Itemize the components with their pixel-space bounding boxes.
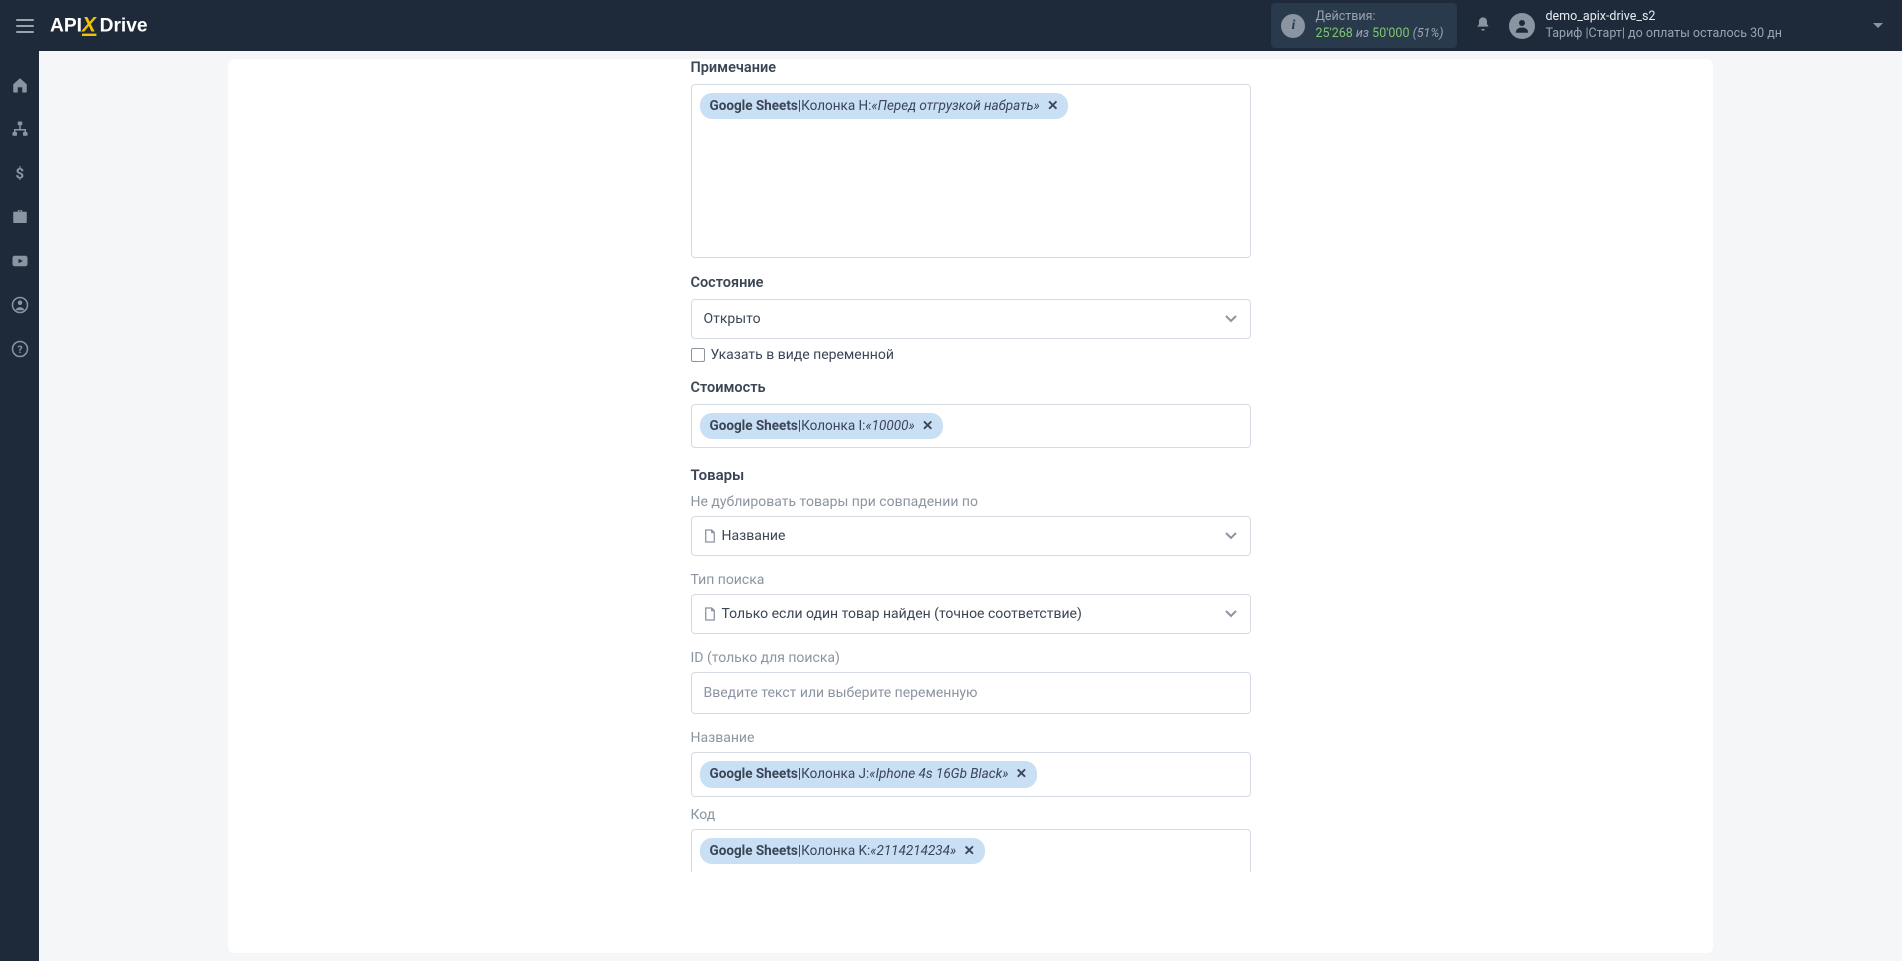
user-icon — [11, 296, 29, 314]
code-input[interactable]: Google Sheets | Колонка K: «2114214234» … — [691, 829, 1251, 872]
svg-text:Drive: Drive — [100, 15, 148, 36]
dedup-label: Не дублировать товары при совпадении по — [691, 494, 1251, 510]
notifications-button[interactable] — [1475, 16, 1491, 36]
state-value: Открыто — [704, 311, 761, 327]
sitemap-icon — [11, 120, 29, 138]
code-label: Код — [691, 807, 1251, 823]
chevron-down-icon — [1224, 528, 1238, 544]
app-header: API X Drive i Действия: 25'268 из 50'000… — [0, 0, 1902, 51]
state-label: Состояние — [691, 274, 1251, 291]
user-menu[interactable]: demo_apix-drive_s2 Тариф |Старт| до опла… — [1509, 9, 1890, 42]
token-remove-icon[interactable]: ✕ — [960, 841, 975, 861]
search-type-value: Только если один товар найден (точное со… — [704, 606, 1082, 622]
chevron-down-icon — [1872, 18, 1884, 34]
field-name: Название Google Sheets | Колонка J: «Iph… — [691, 730, 1251, 796]
info-icon: i — [1281, 14, 1305, 38]
state-variable-checkbox[interactable]: Указать в виде переменной — [691, 347, 1251, 363]
checkbox-label: Указать в виде переменной — [711, 347, 894, 363]
search-type-label: Тип поиска — [691, 572, 1251, 588]
sidebar: $ ? — [0, 51, 39, 961]
sidebar-help[interactable]: ? — [10, 339, 30, 359]
main-area: Примечание Google Sheets | Колонка H: «П… — [39, 51, 1902, 961]
field-dedup: Не дублировать товары при совпадении по … — [691, 494, 1251, 556]
document-icon — [704, 607, 716, 621]
cost-input[interactable]: Google Sheets | Колонка I: «10000» ✕ — [691, 404, 1251, 448]
form-card: Примечание Google Sheets | Колонка H: «П… — [228, 59, 1713, 953]
user-name: demo_apix-drive_s2 — [1545, 9, 1782, 25]
field-search-type: Тип поиска Только если один товар найден… — [691, 572, 1251, 634]
id-label: ID (только для поиска) — [691, 650, 1251, 666]
search-type-select[interactable]: Только если один товар найден (точное со… — [691, 594, 1251, 634]
svg-text:API: API — [50, 15, 82, 36]
sidebar-connections[interactable] — [10, 119, 30, 139]
code-token: Google Sheets | Колонка K: «2114214234» … — [700, 838, 985, 864]
note-label: Примечание — [691, 59, 1251, 76]
token-remove-icon[interactable]: ✕ — [1012, 764, 1027, 784]
note-input[interactable]: Google Sheets | Колонка H: «Перед отгруз… — [691, 84, 1251, 258]
note-token: Google Sheets | Колонка H: «Перед отгруз… — [700, 93, 1069, 119]
help-icon: ? — [11, 340, 29, 358]
checkbox-icon — [691, 348, 705, 362]
actions-counter[interactable]: i Действия: 25'268 из 50'000 (51%) — [1271, 3, 1457, 48]
field-code: Код Google Sheets | Колонка K: «21142142… — [691, 807, 1251, 872]
id-input[interactable]: Введите текст или выберите переменную — [691, 672, 1251, 714]
bell-icon — [1475, 16, 1491, 32]
token-remove-icon[interactable]: ✕ — [919, 416, 934, 436]
token-remove-icon[interactable]: ✕ — [1044, 96, 1059, 116]
chevron-down-icon — [1224, 311, 1238, 327]
cost-token: Google Sheets | Колонка I: «10000» ✕ — [700, 413, 944, 439]
field-id: ID (только для поиска) Введите текст или… — [691, 650, 1251, 714]
cost-label: Стоимость — [691, 379, 1251, 396]
actions-label: Действия: — [1315, 9, 1443, 25]
sidebar-video[interactable] — [10, 251, 30, 271]
name-input[interactable]: Google Sheets | Колонка J: «Iphone 4s 16… — [691, 752, 1251, 796]
youtube-icon — [11, 252, 29, 270]
user-text: demo_apix-drive_s2 Тариф |Старт| до опла… — [1545, 9, 1782, 42]
user-tariff: Тариф |Старт| до оплаты осталось 30 дн — [1545, 26, 1782, 42]
avatar-icon — [1509, 13, 1535, 39]
actions-text: Действия: 25'268 из 50'000 (51%) — [1315, 9, 1443, 42]
field-note: Примечание Google Sheets | Колонка H: «П… — [691, 59, 1251, 258]
header-left: API X Drive — [12, 13, 182, 39]
home-icon — [11, 76, 29, 94]
actions-value: 25'268 из 50'000 (51%) — [1315, 26, 1443, 42]
logo[interactable]: API X Drive — [50, 13, 182, 39]
sidebar-billing[interactable]: $ — [10, 163, 30, 183]
chevron-down-icon — [1224, 606, 1238, 622]
field-cost: Стоимость Google Sheets | Колонка I: «10… — [691, 379, 1251, 448]
products-section-title: Товары — [691, 466, 1251, 484]
dedup-select[interactable]: Название — [691, 516, 1251, 556]
id-placeholder: Введите текст или выберите переменную — [700, 681, 982, 705]
name-label: Название — [691, 730, 1251, 746]
briefcase-icon — [11, 208, 29, 226]
svg-text:$: $ — [15, 164, 24, 182]
svg-text:?: ? — [17, 343, 22, 356]
dollar-icon: $ — [11, 164, 29, 182]
document-icon — [704, 529, 716, 543]
sidebar-briefcase[interactable] — [10, 207, 30, 227]
dedup-value: Название — [704, 528, 786, 544]
name-token: Google Sheets | Колонка J: «Iphone 4s 16… — [700, 761, 1038, 787]
svg-text:X: X — [81, 13, 97, 36]
field-state: Состояние Открыто Указать в виде перемен… — [691, 274, 1251, 363]
header-right: i Действия: 25'268 из 50'000 (51%) demo_… — [1271, 3, 1890, 48]
sidebar-profile[interactable] — [10, 295, 30, 315]
menu-toggle-button[interactable] — [12, 15, 38, 37]
state-select[interactable]: Открыто — [691, 299, 1251, 339]
sidebar-home[interactable] — [10, 75, 30, 95]
